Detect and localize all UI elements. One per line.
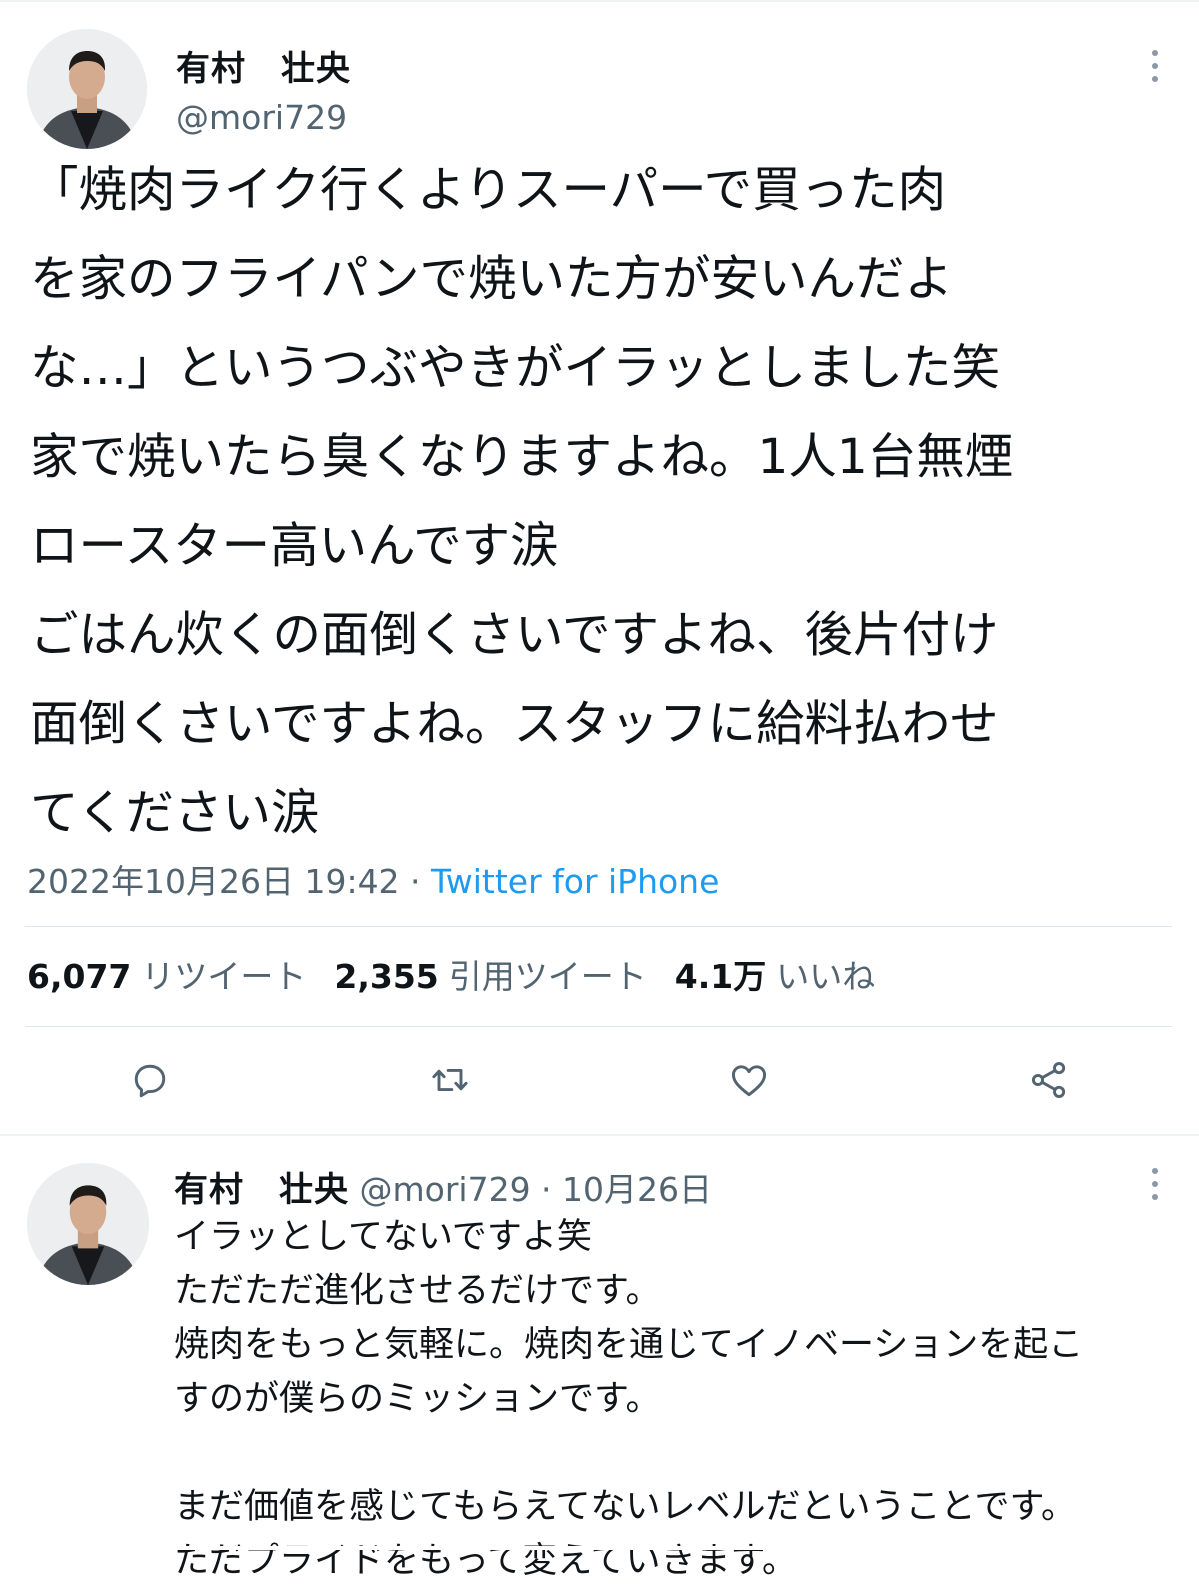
tweet-source-link[interactable]: Twitter for iPhone [431, 862, 719, 901]
reply-header: 有村 壮央 @mori729 · 10月26日 [174, 1162, 712, 1211]
reply-date[interactable]: 10月26日 [562, 1170, 712, 1209]
quotes-label: 引用ツイート [448, 957, 647, 996]
main-tweet: 有村 壮央 @mori729 「焼肉ライク行くよりスーパーで買った肉 を家のフラ… [0, 0, 1199, 1134]
engagement-stats: 6,077 リツイート 2,355 引用ツイート 4.1万 いいね [27, 950, 875, 998]
retweets-stat[interactable]: 6,077 リツイート [27, 950, 306, 998]
share-button[interactable] [1023, 1054, 1075, 1106]
more-dot-icon [1152, 1181, 1158, 1187]
reply-text: イラッとしてないですよ笑 ただただ進化させるだけです。 焼肉をもっと気軽に。焼肉… [174, 1217, 1084, 1581]
more-dot-icon [1152, 76, 1158, 82]
likes-stat[interactable]: 4.1万 いいね [675, 950, 875, 998]
reply-separator: · [530, 1170, 563, 1209]
likes-label: いいね [776, 957, 876, 996]
divider [25, 1026, 1172, 1027]
retweets-count: 6,077 [27, 957, 132, 996]
retweet-button[interactable] [424, 1054, 476, 1106]
tweet-timestamp[interactable]: 2022年10月26日 19:42 [27, 862, 400, 901]
likes-count: 4.1万 [674, 957, 767, 996]
reply-author-handle[interactable]: @mori729 [360, 1170, 531, 1209]
like-button[interactable] [723, 1054, 775, 1106]
more-dot-icon [1152, 50, 1158, 56]
reply-icon [134, 1064, 166, 1098]
avatar-image [27, 29, 147, 149]
reply-more-options-button[interactable] [1140, 1168, 1170, 1200]
heart-icon [731, 1065, 767, 1097]
more-dot-icon [1152, 63, 1158, 69]
retweets-label: リツイート [141, 957, 307, 996]
quotes-count: 2,355 [334, 957, 439, 996]
bottom-edge [0, 1546, 1199, 1550]
reply-button[interactable] [124, 1054, 176, 1106]
divider [25, 926, 1172, 927]
more-dot-icon [1152, 1168, 1158, 1174]
reply-avatar[interactable] [27, 1163, 149, 1285]
meta-separator: · [399, 862, 432, 901]
more-options-button[interactable] [1140, 50, 1170, 82]
share-icon [1031, 1062, 1066, 1098]
tweet-metadata: 2022年10月26日 19:42 · Twitter for iPhone [27, 855, 719, 903]
retweet-icon [432, 1069, 468, 1091]
reply-author-name[interactable]: 有村 壮央 [174, 1170, 349, 1210]
author-handle[interactable]: @mori729 [176, 98, 347, 137]
quotes-stat[interactable]: 2,355 引用ツイート [334, 950, 646, 998]
avatar-image [27, 1163, 149, 1285]
more-dot-icon [1152, 1194, 1158, 1200]
avatar[interactable] [27, 29, 147, 149]
author-name[interactable]: 有村 壮央 [176, 41, 351, 90]
action-bar [0, 1054, 1199, 1110]
tweet-text: 「焼肉ライク行くよりスーパーで買った肉 を家のフライパンで焼いた方が安いんだよ … [30, 162, 1014, 841]
tweet-separator [0, 1134, 1199, 1136]
